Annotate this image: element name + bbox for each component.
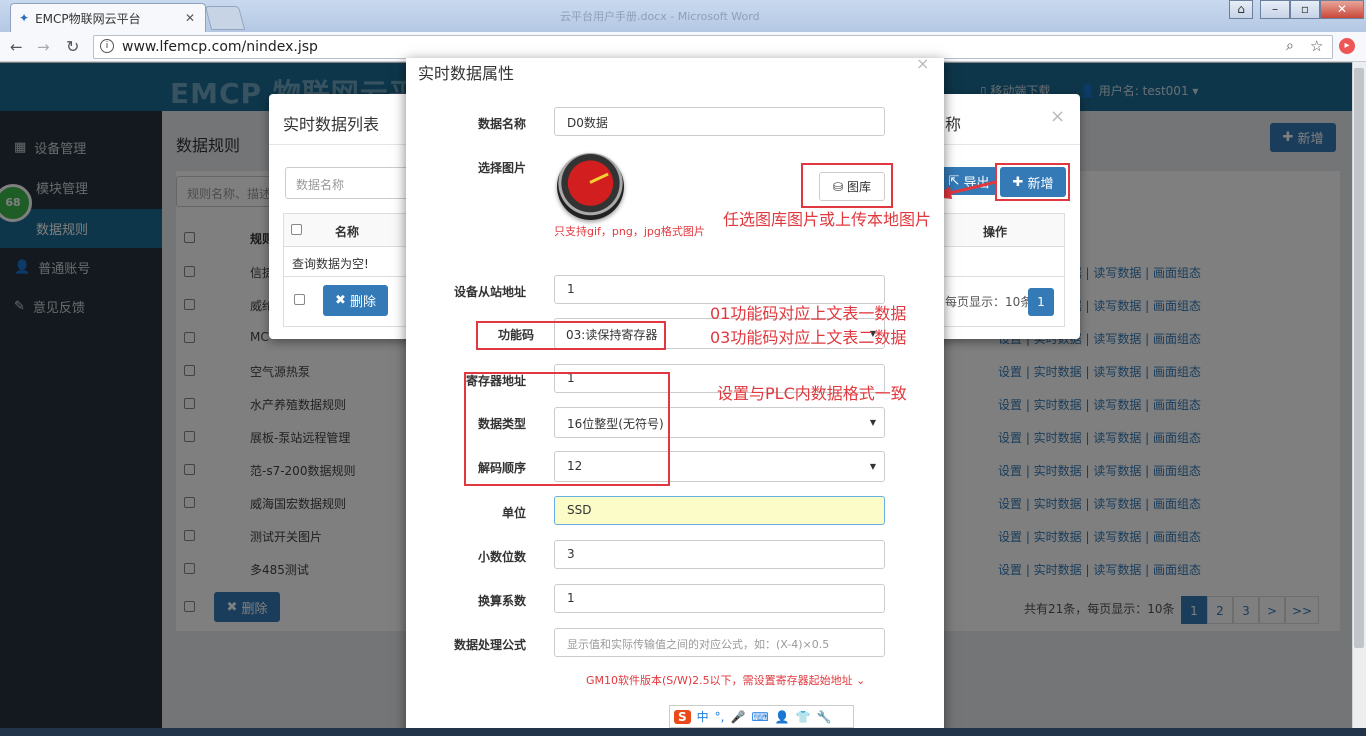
minimize-button[interactable]: – bbox=[1260, 0, 1290, 19]
chevron-down-icon: ⌄ bbox=[856, 674, 866, 687]
person-icon: 👤 bbox=[774, 709, 790, 724]
highlight-add-box bbox=[995, 163, 1070, 201]
sogou-icon: S bbox=[674, 709, 691, 724]
list-empty-text: 查询数据为空! bbox=[292, 257, 369, 271]
list-pager-info: 每页显示：10条 bbox=[945, 295, 1033, 309]
realtime-list-title-suffix: 称 bbox=[945, 115, 962, 134]
gauge-needle bbox=[589, 172, 609, 184]
formula-label: 数据处理公式 bbox=[453, 638, 526, 652]
list-delete-label: 删除 bbox=[349, 295, 376, 310]
reload-icon[interactable]: ↻ bbox=[66, 37, 79, 56]
annotation-func01: 01功能码对应上文表一数据 bbox=[710, 304, 907, 323]
wrench-icon: 🔧 bbox=[816, 709, 832, 724]
unit-label: 单位 bbox=[501, 506, 526, 520]
mic-icon: 🎤 bbox=[730, 709, 746, 724]
annotation-gallery: 任选图库图片或上传本地图片 bbox=[723, 210, 932, 229]
back-icon[interactable]: ← bbox=[10, 38, 23, 56]
menu-icon[interactable]: ▸ bbox=[1339, 38, 1355, 54]
info-icon[interactable]: i bbox=[100, 39, 114, 53]
gauge-image[interactable] bbox=[557, 153, 624, 220]
decimal-label: 小数位数 bbox=[477, 550, 526, 564]
maximize-button[interactable]: ▫ bbox=[1290, 0, 1320, 19]
list-footer-checkbox[interactable] bbox=[294, 294, 305, 305]
window-title: 云平台用户手册.docx - Microsoft Word bbox=[560, 10, 760, 23]
url-input[interactable]: www.lfemcp.com/nindex.jsp bbox=[93, 35, 1333, 59]
windows-taskbar bbox=[0, 728, 1366, 736]
register-footnote-link[interactable]: GM10软件版本(S/W)2.5以下，需设置寄存器起始地址 ⌄ bbox=[586, 672, 865, 688]
list-col-ops: 操作 bbox=[983, 225, 1008, 239]
browser-tab[interactable]: ✦ EMCP物联网云平台 ✕ bbox=[10, 3, 206, 32]
arrow-line bbox=[945, 180, 997, 196]
highlight-plc-box bbox=[464, 372, 670, 486]
new-tab-button[interactable] bbox=[204, 6, 246, 30]
list-select-all[interactable] bbox=[291, 224, 302, 235]
close-icon[interactable]: × bbox=[1050, 106, 1065, 127]
image-label: 选择图片 bbox=[477, 161, 526, 175]
close-icon[interactable]: × bbox=[916, 54, 929, 73]
factor-label: 换算系数 bbox=[477, 594, 526, 608]
chevron-down-icon: ▼ bbox=[869, 418, 876, 427]
skin-icon: 👕 bbox=[795, 709, 811, 724]
highlight-gallery-box bbox=[801, 163, 893, 208]
punct-icon: °, bbox=[714, 709, 725, 724]
attr-modal-title: 实时数据属性 bbox=[418, 64, 515, 83]
name-label: 数据名称 bbox=[477, 117, 526, 131]
bookmark-star-icon[interactable]: ☆ bbox=[1310, 37, 1323, 55]
url-text: www.lfemcp.com/nindex.jsp bbox=[122, 39, 318, 55]
unit-input[interactable]: SSD bbox=[554, 496, 885, 525]
factor-input[interactable]: 1 bbox=[554, 584, 885, 613]
name-input[interactable]: D0数据 bbox=[554, 107, 885, 136]
forward-icon[interactable]: → bbox=[37, 38, 50, 56]
x-icon: ✖ bbox=[335, 293, 346, 308]
list-page-button[interactable]: 1 bbox=[1028, 288, 1054, 316]
tab-title: EMCP物联网云平台 bbox=[35, 11, 141, 26]
image-hint: 只支持gif，png，jpg格式图片 bbox=[554, 225, 705, 238]
func-label-highlight: 功能码 bbox=[478, 323, 554, 348]
register-footnote: GM10软件版本(S/W)2.5以下，需设置寄存器起始地址 bbox=[586, 674, 853, 687]
decimal-input[interactable]: 3 bbox=[554, 540, 885, 569]
tab-close-icon[interactable]: ✕ bbox=[185, 11, 195, 25]
realtime-list-title: 实时数据列表 bbox=[283, 115, 380, 134]
scrollbar-thumb[interactable] bbox=[1354, 68, 1364, 648]
ime-lang: 中 bbox=[696, 710, 709, 724]
slave-label: 设备从站地址 bbox=[453, 285, 526, 299]
list-col-name: 名称 bbox=[335, 225, 360, 239]
close-window-button[interactable]: ✕ bbox=[1320, 0, 1364, 19]
keyboard-icon: ⌨ bbox=[751, 709, 769, 724]
list-delete-button[interactable]: ✖ 删除 bbox=[323, 285, 388, 316]
annotation-func03: 03功能码对应上文表二数据 bbox=[710, 328, 907, 347]
ime-toolbar[interactable]: S 中 °, 🎤 ⌨ 👤 👕 🔧 bbox=[669, 705, 854, 728]
zoom-icon[interactable]: ⌕ bbox=[1286, 38, 1294, 54]
tab-favicon-icon: ✦ bbox=[19, 11, 30, 25]
chevron-down-icon: ▼ bbox=[869, 462, 876, 471]
user-icon[interactable]: ⌂ bbox=[1229, 0, 1253, 19]
annotation-plc: 设置与PLC内数据格式一致 bbox=[717, 384, 907, 403]
formula-input[interactable]: 显示值和实际传输值之间的对应公式，如：(X-4)×0.5 bbox=[554, 628, 885, 657]
func-value-highlight: 03:读保持寄存器 bbox=[556, 323, 664, 348]
